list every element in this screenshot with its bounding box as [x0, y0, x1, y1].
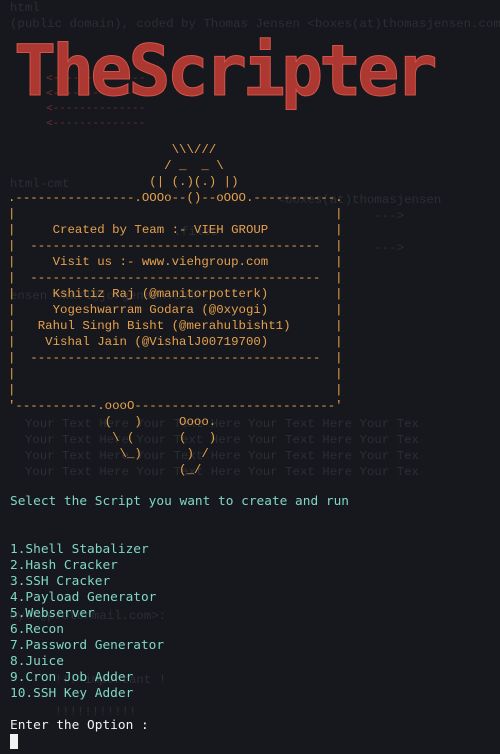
menu-item-ssh-cracker[interactable]: 3.SSH Cracker	[10, 574, 500, 590]
terminal-input-line[interactable]	[10, 734, 500, 752]
menu-item-password-generator[interactable]: 7.Password Generator	[10, 638, 500, 654]
banner-title: TheScripter	[14, 30, 439, 113]
script-menu: Select the Script you want to create and…	[10, 494, 500, 752]
menu-item-shell-stabalizer[interactable]: 1.Shell Stabalizer	[10, 542, 500, 558]
option-prompt: Enter the Option :	[10, 718, 157, 733]
menu-item-juice[interactable]: 8.Juice	[10, 654, 500, 670]
credits-ascii-art: \\\/// / _ _ \ (| (.)(.) |) .-----------…	[8, 143, 343, 477]
menu-item-payload-generator[interactable]: 4.Payload Generator	[10, 590, 500, 606]
menu-item-webserver[interactable]: 5.Webserver	[10, 606, 500, 622]
menu-heading: Select the Script you want to create and…	[10, 494, 349, 509]
menu-item-hash-cracker[interactable]: 2.Hash Cracker	[10, 558, 500, 574]
menu-item-cron-job-adder[interactable]: 9.Cron Job Adder	[10, 670, 500, 686]
menu-item-ssh-key-adder[interactable]: 10.SSH Key Adder	[10, 686, 500, 702]
terminal-cursor	[10, 734, 18, 749]
menu-list: 1.Shell Stabalizer 2.Hash Cracker 3.SSH …	[10, 542, 500, 702]
menu-item-recon[interactable]: 6.Recon	[10, 622, 500, 638]
